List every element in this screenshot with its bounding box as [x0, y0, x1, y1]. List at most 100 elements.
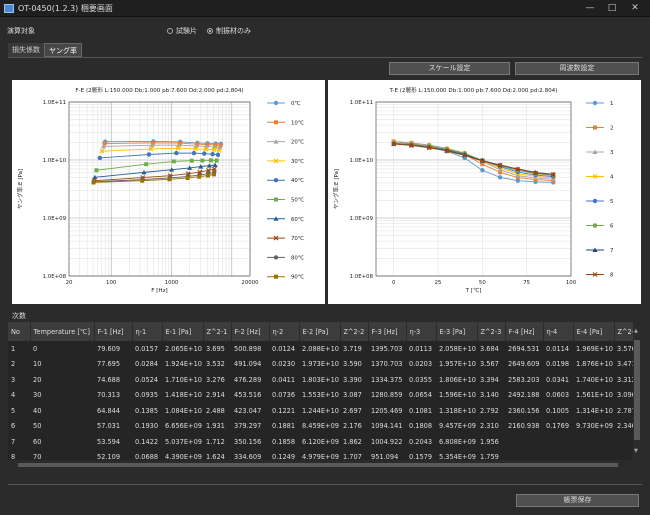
table-cell	[505, 434, 543, 450]
table-header-cell[interactable]: F-2 [Hz]	[231, 322, 270, 341]
legend-marker	[593, 125, 597, 130]
table-row[interactable]: 1 0 79.609 0.0157 2.065E+10 3.695 500.898 0.012…	[8, 341, 640, 357]
table-header-cell[interactable]: η-4	[543, 322, 574, 341]
table-header-cell[interactable]: F-4 [Hz]	[505, 322, 544, 341]
close-icon[interactable]: ✕	[627, 2, 643, 15]
table-cell: 1.931	[206, 422, 225, 431]
table-cell: 1.318E+10	[439, 406, 476, 415]
table-cell: 6.808E+09	[439, 437, 476, 446]
table-row[interactable]: 7 60 53.594 0.1422 5.037E+09 1.712 350.156 0.18…	[8, 434, 640, 450]
table-cell: 1.710E+10	[165, 375, 202, 384]
table-cell: 1.624	[206, 453, 225, 460]
table-row[interactable]: 5 40 64.844 0.1385 1.084E+10 2.488 423.047 0.12…	[8, 403, 640, 419]
table-cell: 2.058E+10	[439, 344, 476, 353]
tab-loss-factor[interactable]: 損失係数	[8, 43, 44, 57]
table-header-cell[interactable]: η-2	[269, 322, 300, 341]
table-cell: 0.1881	[272, 422, 296, 431]
table-header-cell[interactable]: F-1 [Hz]	[94, 322, 133, 341]
maximize-icon[interactable]: □	[604, 2, 620, 15]
table-header-cell[interactable]: Z^2-3	[477, 322, 506, 341]
tab-young-modulus[interactable]: ヤング率	[44, 43, 82, 57]
table-header-cell[interactable]: η-3	[406, 322, 437, 341]
radio-sample-dot[interactable]	[167, 28, 173, 34]
legend-label: 6	[610, 224, 614, 230]
table-cell: 1.084E+10	[165, 406, 202, 415]
table-row[interactable]: 3 20 74.688 0.0524 1.710E+10 3.276 476.289 0.04…	[8, 372, 640, 388]
table-header-cell[interactable]: E-1 [Pa]	[162, 322, 204, 341]
table-header-cell[interactable]: E-3 [Pa]	[436, 322, 478, 341]
table-header-cell[interactable]: Z^2-2	[340, 322, 369, 341]
table-cell: 57.031	[97, 422, 121, 431]
radio-sample[interactable]: 試験片	[167, 26, 197, 36]
legend-label: 5	[610, 199, 613, 205]
table-cell: 0.0411	[272, 375, 296, 384]
legend-marker	[593, 223, 597, 228]
radio-product-only[interactable]: 制振材のみ	[207, 26, 251, 36]
table-cell: 0	[33, 344, 38, 353]
legend-marker	[273, 100, 279, 106]
table-cell: 60	[33, 437, 42, 446]
scale-settings-button[interactable]: スケール設定	[389, 62, 510, 75]
chart-title: T-E (2層形 L:150.000 Db:1.000 pb:7.600 Dd:…	[389, 86, 558, 94]
x-tick-label: 75	[523, 280, 530, 286]
legend-label: 1	[610, 101, 613, 107]
table-row[interactable]: 2 10 77.695 0.0284 1.924E+10 3.532 491.094 0.02…	[8, 357, 640, 373]
minimize-icon[interactable]: —	[582, 2, 598, 15]
table-cell: 423.047	[234, 406, 262, 415]
table-cell: 3.532	[206, 360, 225, 369]
table-cell: 0.0157	[135, 344, 159, 353]
legend-label: 4	[610, 175, 614, 181]
y-tick-label: 1.0E+09	[350, 216, 374, 222]
table-cell: 20	[33, 375, 42, 384]
table-header-cell[interactable]: η-1	[132, 322, 163, 341]
table-cell: 1.740E+10	[576, 375, 613, 384]
table-header-cell[interactable]: Temperature [℃]	[30, 322, 95, 341]
legend-label: 7	[610, 248, 613, 254]
table-cell: 1.314E+10	[576, 406, 613, 415]
data-point	[208, 158, 213, 163]
radio-product-dot[interactable]	[207, 28, 213, 34]
table-header-cell[interactable]: F-3 [Hz]	[368, 322, 407, 341]
table-cell: 1.862	[343, 437, 362, 446]
scroll-down-icon[interactable]: ▼	[634, 448, 638, 454]
table-header-cell[interactable]: No	[8, 322, 31, 341]
table-row[interactable]: 8 70 52.109 0.0688 4.390E+09 1.624 334.609 0.12…	[8, 450, 640, 460]
table-cell: 0.0524	[135, 375, 159, 384]
table-cell: 0.0198	[546, 360, 570, 369]
table-cell: 0.0284	[135, 360, 159, 369]
table-cell: 4	[11, 391, 16, 400]
frequency-settings-button[interactable]: 周波数設定	[515, 62, 639, 75]
table-cell: 2.792	[480, 406, 499, 415]
table-cell: 951.094	[371, 453, 399, 460]
title-bar: OT-0450(1.2.3) 梱要画面 — □ ✕	[0, 0, 650, 17]
table-cell: 453.516	[234, 391, 262, 400]
vertical-scroll-thumb[interactable]	[634, 340, 640, 440]
table-header-cell[interactable]: E-2 [Pa]	[299, 322, 341, 341]
table-row[interactable]: 6 50 57.031 0.1930 6.656E+09 1.931 379.297 0.18…	[8, 419, 640, 435]
data-point	[171, 159, 176, 164]
radio-product-label: 制振材のみ	[216, 27, 251, 35]
results-table: No Temperature [℃] F-1 [Hz] η-1 E-1 [Pa] Z^2-…	[8, 322, 640, 460]
x-tick-label: 20000	[241, 280, 259, 286]
table-cell: 3.394	[480, 375, 499, 384]
y-axis-label: ヤング率:E [Pa]	[16, 169, 24, 210]
y-tick-label: 1.0E+08	[350, 274, 374, 280]
table-cell: 74.688	[97, 375, 121, 384]
table-row[interactable]: 4 30 70.313 0.0935 1.418E+10 2.914 453.516 0.07…	[8, 388, 640, 404]
table-vertical-scrollbar[interactable]: ▲ ▼	[633, 322, 641, 460]
table-horizontal-scrollbar[interactable]	[8, 461, 633, 469]
table-header-cell[interactable]: E-4 [Pa]	[573, 322, 615, 341]
table-cell: 0.1808	[409, 422, 433, 431]
horizontal-scroll-thumb[interactable]	[18, 463, 618, 467]
legend-label: 70℃	[291, 236, 304, 242]
table-header-cell[interactable]: Z^2-1	[203, 322, 232, 341]
table-cell: 1094.141	[371, 422, 403, 431]
save-report-button[interactable]: 帳票保存	[516, 494, 639, 507]
legend-label: 8	[610, 273, 614, 279]
y-tick-label: 1.0E+11	[350, 100, 373, 106]
table-cell: 53.594	[97, 437, 121, 446]
data-point	[200, 158, 205, 163]
scroll-up-icon[interactable]: ▲	[634, 328, 638, 334]
order-section-label: 次数	[12, 312, 26, 320]
legend-label: 90℃	[291, 275, 304, 281]
